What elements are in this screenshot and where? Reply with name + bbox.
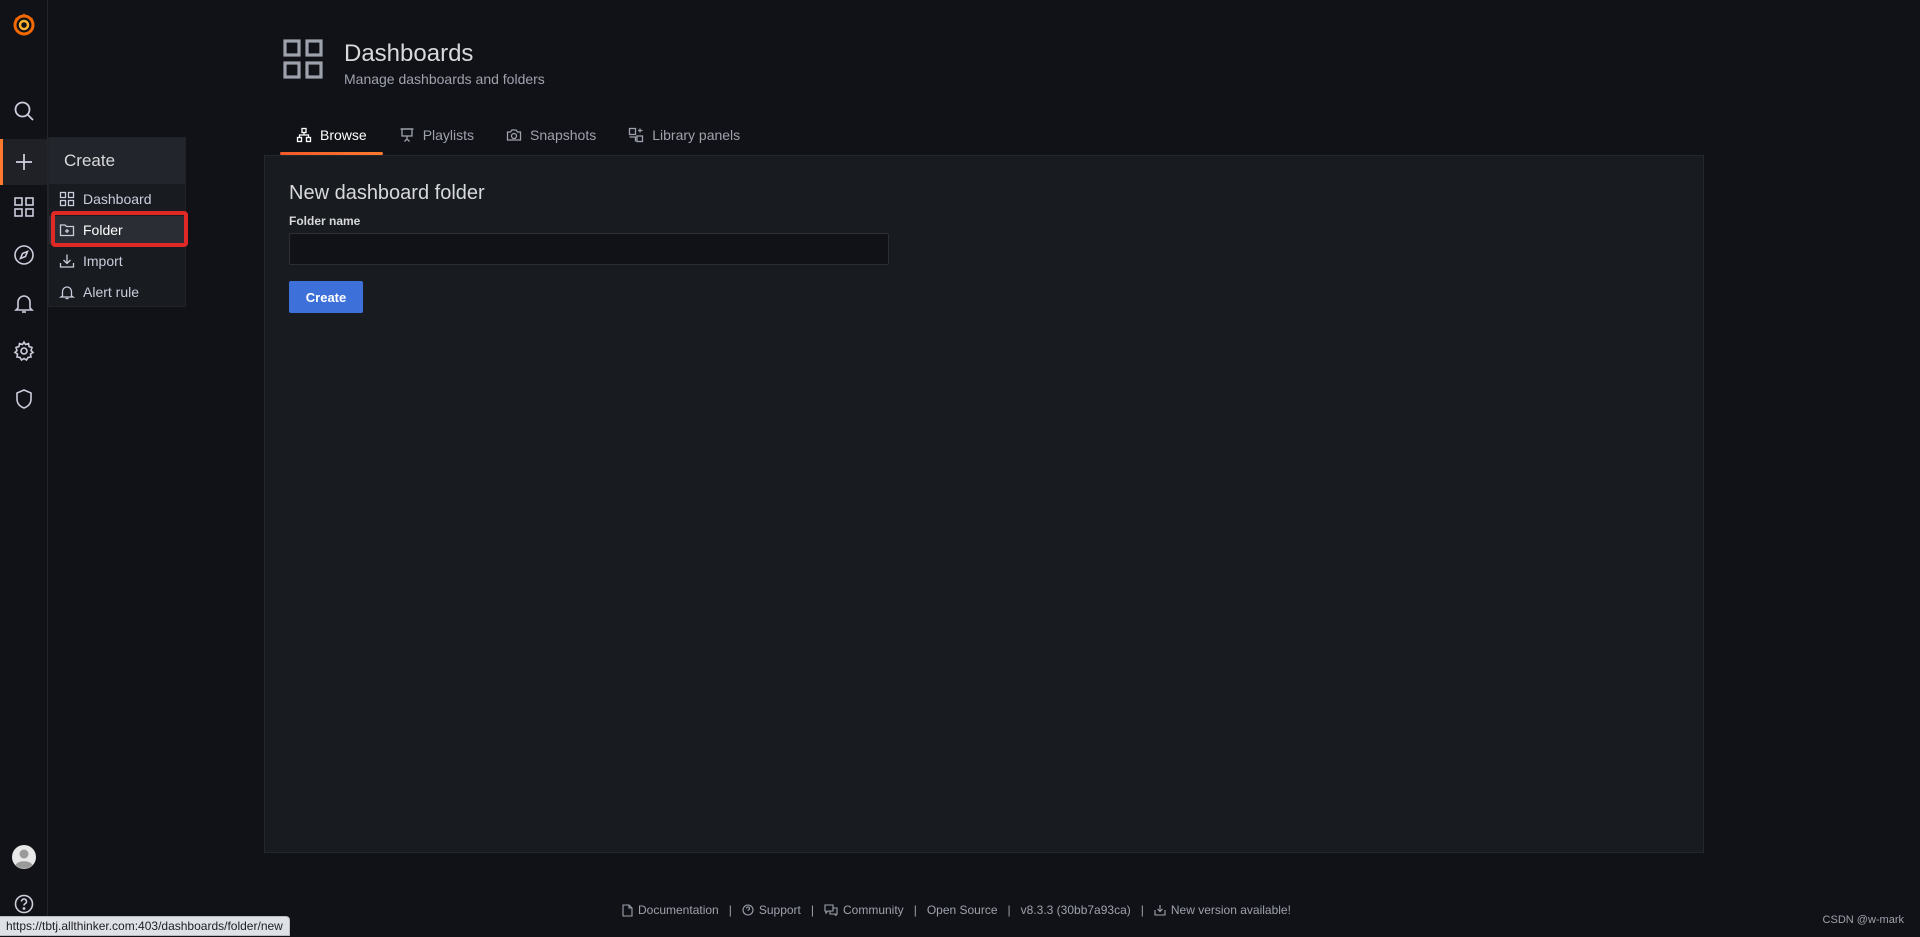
grafana-logo-icon[interactable] (0, 4, 47, 44)
tab-bar: Browse Playlists Snapshots Library panel… (280, 118, 756, 155)
tab-playlists[interactable]: Playlists (383, 118, 490, 152)
dashboards-header-icon (282, 38, 326, 82)
alerting-bell-icon[interactable] (0, 283, 47, 323)
create-menu-item-import[interactable]: Import (49, 247, 185, 275)
tab-browse[interactable]: Browse (280, 118, 383, 155)
footer-new-version-link[interactable]: New version available! (1154, 903, 1291, 917)
footer-community-label: Community (843, 903, 904, 917)
create-menu-item-folder[interactable]: Folder (49, 216, 185, 244)
create-menu: Create Dashboard Folder Import Alert rul… (48, 137, 186, 307)
comments-icon (824, 904, 838, 916)
camera-icon (506, 129, 522, 141)
watermark: CSDN @w-mark (1822, 914, 1904, 926)
question-circle-icon (742, 904, 754, 916)
apps-icon (59, 191, 75, 207)
create-menu-item-alert-rule[interactable]: Alert rule (49, 278, 185, 306)
download-alt-icon (1154, 905, 1166, 916)
plus-icon[interactable] (0, 139, 47, 185)
search-icon[interactable] (0, 91, 47, 131)
footer-separator: | (810, 903, 814, 917)
footer-documentation-label: Documentation (638, 903, 719, 917)
explore-compass-icon[interactable] (0, 235, 47, 275)
library-panel-icon (629, 127, 644, 143)
footer: Documentation | Support | Community | Op… (622, 903, 1291, 917)
footer-version: v8.3.3 (30bb7a93ca) (1020, 903, 1131, 917)
footer-community-link[interactable]: Community (824, 903, 904, 917)
footer-separator: | (1007, 903, 1011, 917)
configuration-gear-icon[interactable] (0, 331, 47, 371)
create-menu-item-label: Dashboard (83, 191, 152, 207)
footer-open-source-link[interactable]: Open Source (927, 903, 998, 917)
sidebar (0, 0, 48, 937)
create-menu-item-dashboard[interactable]: Dashboard (49, 185, 185, 213)
create-menu-item-label: Alert rule (83, 284, 140, 300)
footer-support-label: Support (758, 903, 801, 917)
document-icon (622, 903, 633, 917)
sitemap-icon (296, 127, 312, 143)
create-menu-item-label: Import (83, 253, 123, 269)
user-avatar-icon[interactable] (0, 837, 47, 877)
tab-label: Playlists (422, 127, 475, 143)
tab-label: Snapshots (530, 127, 597, 143)
tab-label: Library panels (652, 127, 741, 143)
form-title: New dashboard folder (289, 182, 485, 204)
new-folder-panel: New dashboard folder Folder name Create (264, 155, 1704, 853)
page-title: Dashboards (344, 40, 474, 67)
footer-separator: | (913, 903, 917, 917)
import-icon (59, 254, 75, 268)
presentation-icon (400, 128, 414, 142)
folder-name-label: Folder name (289, 214, 361, 228)
tab-label: Browse (320, 127, 367, 143)
footer-separator: | (1140, 903, 1144, 917)
create-button[interactable]: Create (289, 281, 363, 313)
tab-library-panels[interactable]: Library panels (612, 118, 756, 152)
browser-status-url: https://tbtj.allthinker.com:403/dashboar… (0, 916, 290, 936)
create-menu-title: Create (49, 138, 185, 184)
folder-name-input[interactable] (289, 233, 889, 265)
tab-snapshots[interactable]: Snapshots (490, 118, 612, 152)
create-menu-item-label: Folder (83, 222, 123, 238)
folder-plus-icon (59, 224, 75, 237)
footer-separator: | (728, 903, 732, 917)
bell-icon (59, 286, 75, 300)
footer-new-version-label: New version available! (1170, 903, 1291, 917)
page-subtitle: Manage dashboards and folders (344, 71, 545, 87)
footer-documentation-link[interactable]: Documentation (622, 903, 719, 917)
footer-support-link[interactable]: Support (742, 903, 801, 917)
server-admin-shield-icon[interactable] (0, 379, 47, 419)
footer-open-source-label: Open Source (926, 903, 998, 917)
dashboards-icon[interactable] (0, 187, 47, 227)
